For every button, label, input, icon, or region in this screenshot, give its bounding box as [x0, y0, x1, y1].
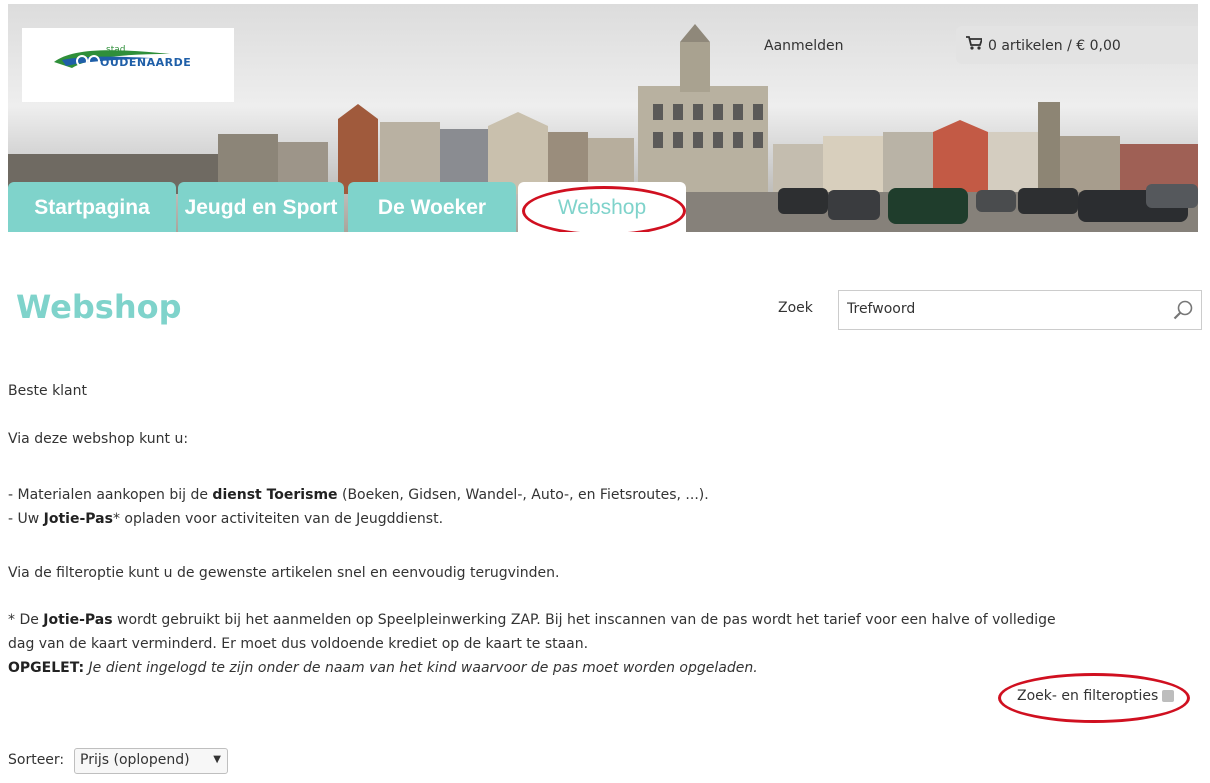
search-field[interactable] [838, 290, 1202, 330]
logo-small-text: stad [106, 45, 126, 55]
search-label: Zoek [778, 300, 813, 316]
sort-select[interactable]: Prijs (oplopend) ▼ [74, 748, 228, 774]
search-icon[interactable] [1173, 300, 1193, 320]
tab-de-woeker[interactable]: De Woeker [348, 182, 516, 232]
logo-name: OUDENAARDE [100, 56, 192, 69]
warning-text: OPGELET: Je dient ingelogd te zijn onder… [8, 660, 758, 676]
cart-label: 0 artikelen / € 0,00 [988, 38, 1121, 54]
jotie-note-line2: dag van de kaart verminderd. Er moet dus… [8, 636, 589, 652]
filter-note: Via de filteroptie kunt u de gewenste ar… [8, 565, 560, 581]
sort-label: Sorteer: [8, 752, 65, 768]
annotation-circle-webshop [522, 186, 686, 232]
intro-lead: Via deze webshop kunt u: [8, 431, 189, 447]
header-banner: stad OUDENAARDE Aanmelden 0 artikelen / … [8, 4, 1198, 232]
annotation-circle-filter [998, 673, 1190, 723]
jotie-note-line1: * De Jotie-Pas wordt gebruikt bij het aa… [8, 612, 1056, 628]
cart-icon [966, 36, 982, 50]
tab-startpagina[interactable]: Startpagina [8, 182, 176, 232]
search-input[interactable] [839, 291, 1159, 327]
list-item-toerisme: - Materialen aankopen bij de dienst Toer… [8, 487, 709, 503]
list-item-jotie-pas: - Uw Jotie-Pas* opladen voor activiteite… [8, 511, 444, 527]
greeting-text: Beste klant [8, 383, 88, 399]
tab-jeugd-en-sport[interactable]: Jeugd en Sport [178, 182, 344, 232]
page-title: Webshop [16, 288, 182, 326]
cart-summary[interactable]: 0 artikelen / € 0,00 [956, 26, 1198, 64]
chevron-down-icon: ▼ [213, 754, 221, 765]
sort-selected-value: Prijs (oplopend) [80, 752, 190, 768]
logo[interactable]: stad OUDENAARDE [22, 28, 234, 102]
login-link[interactable]: Aanmelden [764, 38, 844, 54]
